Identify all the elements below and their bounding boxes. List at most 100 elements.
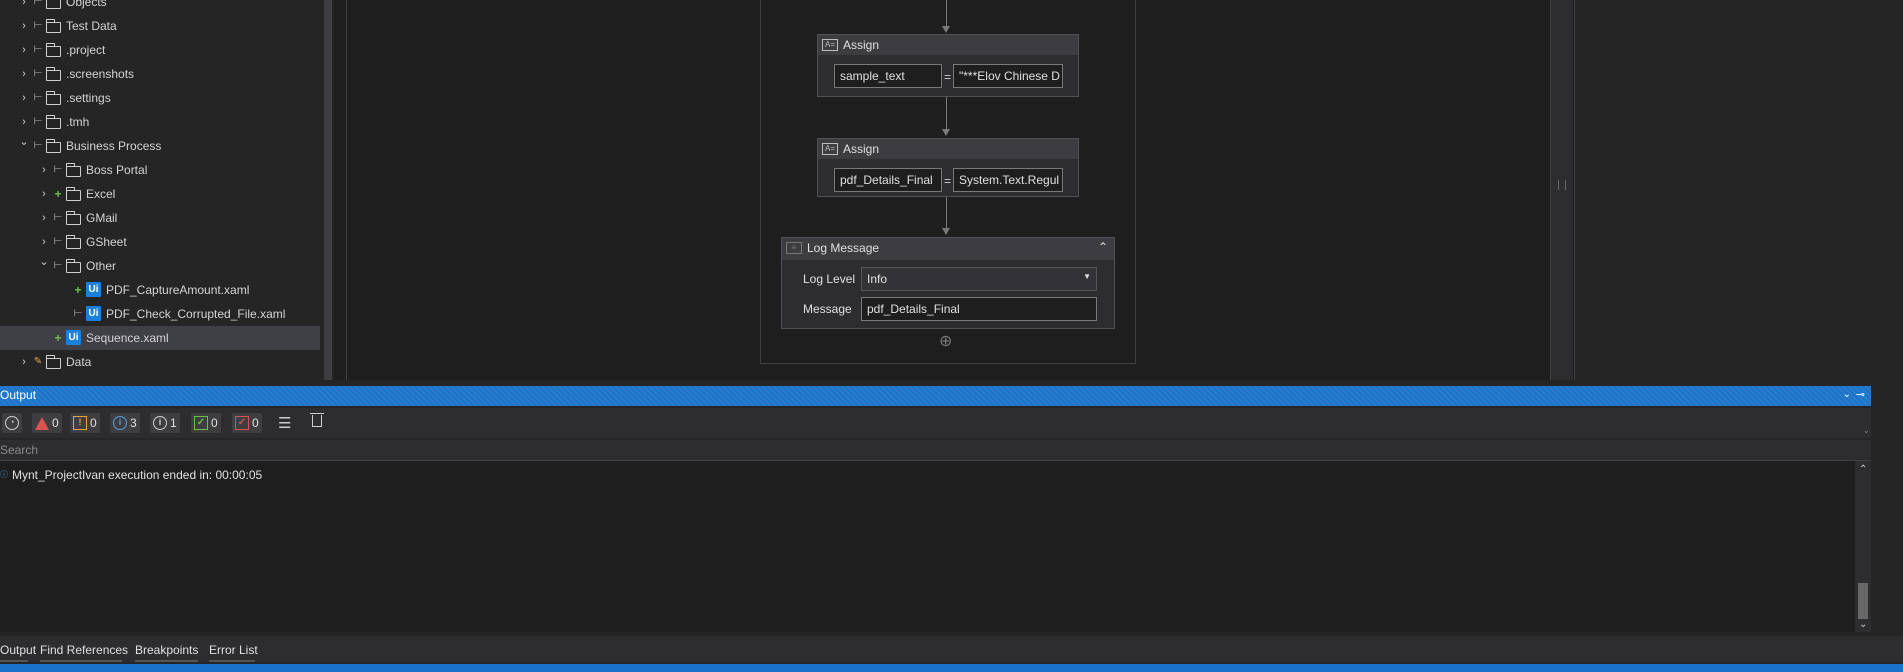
log-message-header[interactable]: ≡ Log Message ⌃ [782, 238, 1114, 260]
tree-item[interactable]: › ⊢ GMail [0, 206, 320, 230]
trace-filter[interactable]: i 1 [150, 413, 180, 433]
failed-filter[interactable]: ✓ 0 [232, 413, 262, 433]
output-scrollbar[interactable]: ⌃ ⌄ [1855, 461, 1871, 632]
unchanged-status-icon: ⊢ [33, 44, 43, 55]
assign-value-field[interactable]: System.Text.Regul [953, 168, 1063, 192]
message-field[interactable]: pdf_Details_Final [861, 297, 1097, 321]
unchanged-status-icon: ⊢ [33, 92, 43, 103]
info-filter[interactable]: i 3 [110, 413, 140, 433]
chevron-right-icon[interactable]: › [18, 116, 30, 128]
warnings-count: 0 [90, 416, 97, 430]
assign-to-field[interactable]: pdf_Details_Final [834, 168, 942, 192]
tree-item-label: Other [86, 259, 117, 273]
tree-item[interactable]: ⌄ ⊢ Other [0, 254, 320, 278]
warnings-filter[interactable]: ! 0 [70, 413, 100, 433]
grip-icon [1558, 180, 1566, 190]
success-filter[interactable]: ✓ 0 [191, 413, 221, 433]
chevron-right-icon[interactable]: › [18, 68, 30, 80]
tab-find-references[interactable]: Find References [40, 643, 128, 657]
chevron-right-icon[interactable]: › [18, 20, 30, 32]
scroll-down-icon[interactable]: ⌄ [1859, 619, 1867, 630]
tree-item-label: Business Process [66, 139, 162, 153]
chevron-down-icon: ▼ [1083, 272, 1091, 281]
tab-breakpoints[interactable]: Breakpoints [135, 643, 198, 657]
tree-item[interactable]: › ⊢ GSheet [0, 230, 320, 254]
chevron-right-icon[interactable]: › [18, 356, 30, 368]
tree-item[interactable]: + Ui Sequence.xaml [0, 326, 320, 350]
unchanged-status-icon: ⊢ [33, 116, 43, 127]
search-placeholder: Search [0, 443, 39, 457]
assign-icon: A= [822, 39, 838, 51]
tree-item[interactable]: › ⊢ .screenshots [0, 62, 320, 86]
tree-item-label: .project [66, 43, 106, 57]
tree-item[interactable]: › ⊢ Test Data [0, 14, 320, 38]
chevron-down-icon[interactable]: ⌄ [18, 136, 30, 148]
assign-to-field[interactable]: sample_text [834, 64, 942, 88]
tree-item[interactable]: › ✎ Data [0, 350, 320, 374]
connector-arrow [942, 129, 950, 136]
tree-item-label: .settings [66, 91, 111, 105]
log-message-title: Log Message [807, 241, 880, 255]
tree-item[interactable]: › ⊢ Boss Portal [0, 158, 320, 182]
output-search-box[interactable]: Search [0, 440, 1871, 461]
tree-item[interactable]: ⌄ ⊢ Business Process [0, 134, 320, 158]
tab-output[interactable]: Output [0, 643, 36, 657]
tree-item[interactable]: › ⊢ .tmh [0, 110, 320, 134]
bottom-tab-bar: Output Find References Breakpoints Error… [0, 636, 1903, 662]
tree-item[interactable]: ⊢ Ui PDF_Check_Corrupted_File.xaml [0, 302, 320, 326]
output-toolbar: ◔ 0 ! 0 i 3 i 1 ✓ 0 ✓ 0 ☰ ⌄ [0, 408, 1871, 438]
designer-splitter[interactable] [1550, 0, 1573, 380]
chevron-right-icon[interactable]: › [38, 188, 50, 200]
folder-icon [66, 235, 81, 249]
folder-icon [46, 355, 61, 369]
assign-activity-1[interactable]: A= Assign sample_text = "***Elov Chinese… [817, 34, 1079, 97]
tree-item[interactable]: › ⊢ .settings [0, 86, 320, 110]
chevron-right-icon[interactable]: › [18, 0, 30, 8]
chevron-down-icon[interactable]: ⌄ [38, 256, 50, 268]
output-panel-header: Output ⌄ ⊸ [0, 386, 1871, 406]
message-label: Message [803, 302, 852, 316]
scroll-thumb[interactable] [1858, 583, 1868, 619]
chevron-right-icon[interactable]: › [38, 212, 50, 224]
tab-error-list[interactable]: Error List [209, 643, 258, 657]
xaml-file-icon: Ui [86, 306, 101, 321]
warning-icon: ! [73, 416, 87, 430]
filter-list-icon[interactable]: ☰ [278, 414, 291, 432]
added-status-icon: + [54, 187, 62, 201]
assign-activity-2[interactable]: A= Assign pdf_Details_Final = System.Tex… [817, 138, 1079, 197]
tree-scrollbar[interactable] [324, 0, 332, 380]
chevron-right-icon[interactable]: › [38, 164, 50, 176]
collapse-icon[interactable]: ⌃ [1098, 240, 1108, 254]
tree-item[interactable]: › ⊢ Objects [0, 0, 320, 14]
chevron-right-icon[interactable]: › [18, 44, 30, 56]
trash-icon[interactable] [310, 413, 324, 427]
tree-item[interactable]: + Ui PDF_CaptureAmount.xaml [0, 278, 320, 302]
toolbar-overflow-icon[interactable]: ⌄ [1863, 426, 1870, 435]
tree-item[interactable]: › + Excel [0, 182, 320, 206]
tree-item-label: PDF_Check_Corrupted_File.xaml [106, 307, 286, 321]
add-activity-icon[interactable]: ⊕ [939, 331, 952, 351]
assign-value-field[interactable]: "***Elov Chinese D [953, 64, 1063, 88]
assign-header[interactable]: A= Assign [818, 139, 1078, 159]
chevron-right-icon[interactable]: › [38, 236, 50, 248]
added-status-icon: + [74, 283, 82, 297]
pin-icon[interactable]: ⊸ [1856, 388, 1865, 401]
log-entry[interactable]: ⓘ Mynt_ProjectIvan execution ended in: 0… [0, 467, 1840, 483]
connector-arrow [942, 26, 950, 33]
tree-item-label: PDF_CaptureAmount.xaml [106, 283, 250, 297]
log-level-select[interactable]: Info ▼ [861, 267, 1097, 291]
folder-icon [66, 259, 81, 273]
errors-filter[interactable]: 0 [32, 413, 62, 433]
scroll-up-icon[interactable]: ⌃ [1859, 464, 1867, 475]
info-icon: i [113, 416, 127, 430]
assign-header[interactable]: A= Assign [818, 35, 1078, 55]
log-message-activity[interactable]: ≡ Log Message ⌃ Log Level Info ▼ Message… [781, 237, 1115, 329]
tab-error-list-indicator [209, 660, 255, 662]
timestamp-toggle[interactable]: ◔ [2, 413, 22, 433]
chevron-right-icon[interactable]: › [18, 92, 30, 104]
tree-item[interactable]: › ⊢ .project [0, 38, 320, 62]
connector-line [946, 197, 947, 228]
dropdown-icon[interactable]: ⌄ [1843, 389, 1851, 400]
added-status-icon: + [54, 331, 62, 345]
connector-arrow [942, 228, 950, 235]
